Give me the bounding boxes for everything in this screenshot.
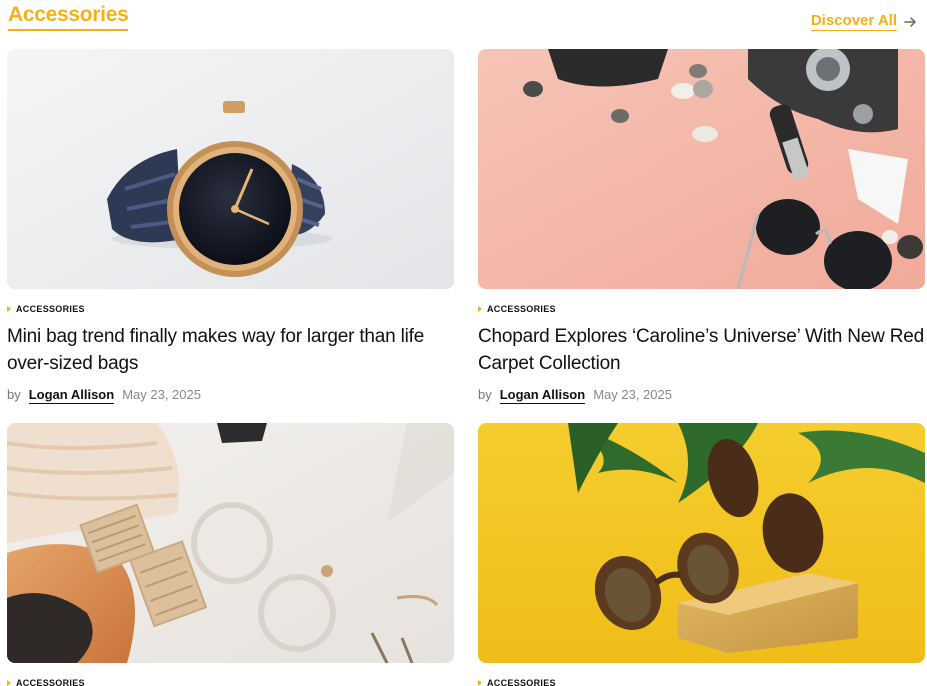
article-image-camera-sunglasses[interactable] [478,49,925,289]
category-label: ACCESSORIES [16,304,85,314]
article-meta: by Logan Allison May 23, 2025 [478,387,925,404]
category-tag[interactable]: ACCESSORIES [7,304,454,314]
discover-all-link[interactable]: Discover All [810,12,917,31]
category-label: ACCESSORIES [487,304,556,314]
section-header: Accessories Discover All [8,0,919,40]
category-tag[interactable]: ACCESSORIES [478,678,925,686]
article-meta: by Logan Allison May 23, 2025 [7,387,454,404]
section-title: Accessories [8,3,129,31]
article-card: ACCESSORIES Mini bag trend finally makes… [7,49,454,404]
discover-all-label: Discover All [810,12,897,31]
article-card: ACCESSORIES [7,423,454,686]
article-image-earrings[interactable] [7,423,454,663]
article-image-wristwatch[interactable] [7,49,454,289]
triangle-marker-icon [478,680,482,686]
author-link[interactable]: Logan Allison [28,387,115,404]
article-image-tortoise-sunglasses[interactable] [478,423,925,663]
article-title[interactable]: Mini bag trend finally makes way for lar… [7,323,454,377]
by-label: by [7,387,21,402]
triangle-marker-icon [7,306,11,312]
article-card: ACCESSORIES [478,423,925,686]
author-link[interactable]: Logan Allison [499,387,586,404]
article-title[interactable]: Chopard Explores ‘Caroline’s Universe’ W… [478,323,925,377]
category-tag[interactable]: ACCESSORIES [478,304,925,314]
triangle-marker-icon [478,306,482,312]
category-label: ACCESSORIES [487,678,556,686]
by-label: by [478,387,492,402]
publish-date: May 23, 2025 [122,387,201,402]
triangle-marker-icon [7,680,11,686]
publish-date: May 23, 2025 [593,387,672,402]
article-card: ACCESSORIES Chopard Explores ‘Caroline’s… [478,49,925,404]
category-tag[interactable]: ACCESSORIES [7,678,454,686]
arrow-right-icon [903,15,917,29]
category-label: ACCESSORIES [16,678,85,686]
